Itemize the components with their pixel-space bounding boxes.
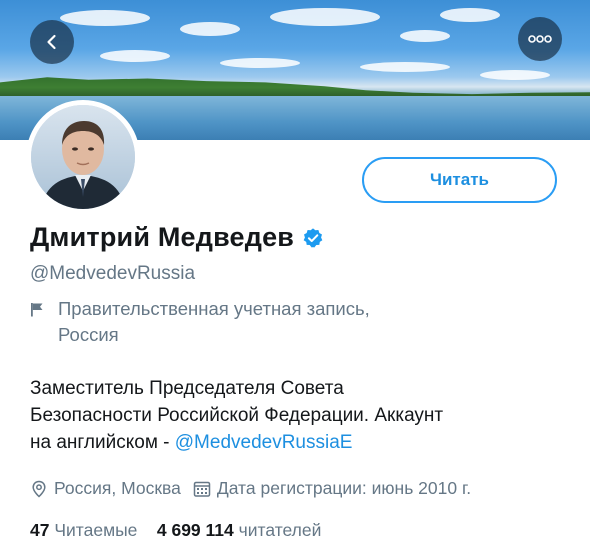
banner-cloud	[360, 62, 450, 72]
banner-cloud	[270, 8, 380, 26]
bio-line: Безопасности Российской Федерации. Аккау…	[30, 405, 444, 426]
bio-text: на английском -	[30, 432, 175, 453]
flag-icon	[31, 303, 43, 317]
profile-join-date: Дата регистрации: июнь 2010 г.	[216, 478, 472, 498]
verified-badge-icon	[303, 227, 323, 247]
more-options-button[interactable]	[518, 17, 562, 61]
back-button[interactable]	[30, 20, 74, 64]
follow-button[interactable]: Читать	[362, 157, 557, 203]
profile-name-row: Дмитрий Медведев	[30, 222, 324, 253]
bio-line: на английском - @MedvedevRussiaE	[30, 429, 570, 456]
banner-cloud	[480, 70, 550, 80]
following-count: 47	[30, 520, 50, 540]
profile-location: Россия, Москва	[54, 478, 181, 498]
profile-name: Дмитрий Медведев	[30, 222, 295, 252]
banner-cloud	[180, 22, 240, 36]
following-link[interactable]: 47 Читаемые	[30, 520, 137, 540]
profile-meta: Россия, Москва Дата регистрации: июнь 20…	[30, 478, 471, 499]
location-pin-icon	[32, 480, 46, 498]
government-label-line: Правительственная учетная запись,	[58, 298, 370, 319]
back-arrow-icon	[47, 34, 56, 50]
banner-cloud	[400, 30, 450, 42]
profile-bio: Заместитель Председателя Совета Безопасн…	[30, 375, 570, 456]
profile-stats: 47 Читаемые 4 699 114 читателей	[30, 520, 321, 541]
following-label: Читаемые	[54, 520, 138, 540]
followers-link[interactable]: 4 699 114 читателей	[157, 520, 322, 540]
banner-cloud	[440, 8, 500, 22]
government-label-country: Россия	[58, 324, 119, 345]
calendar-icon	[193, 481, 211, 497]
banner-cloud	[60, 10, 150, 26]
banner-cloud	[220, 58, 300, 68]
bio-mention-link[interactable]: @MedvedevRussiaE	[175, 432, 353, 453]
avatar[interactable]	[26, 100, 140, 214]
banner-cloud	[100, 50, 170, 62]
followers-label: читателей	[238, 520, 322, 540]
bio-line: Заместитель Председателя Совета	[30, 378, 344, 399]
more-options-icon	[528, 35, 552, 43]
avatar-image	[31, 105, 135, 209]
profile-handle: @MedvedevRussia	[30, 263, 196, 284]
followers-count: 4 699 114	[156, 520, 234, 540]
